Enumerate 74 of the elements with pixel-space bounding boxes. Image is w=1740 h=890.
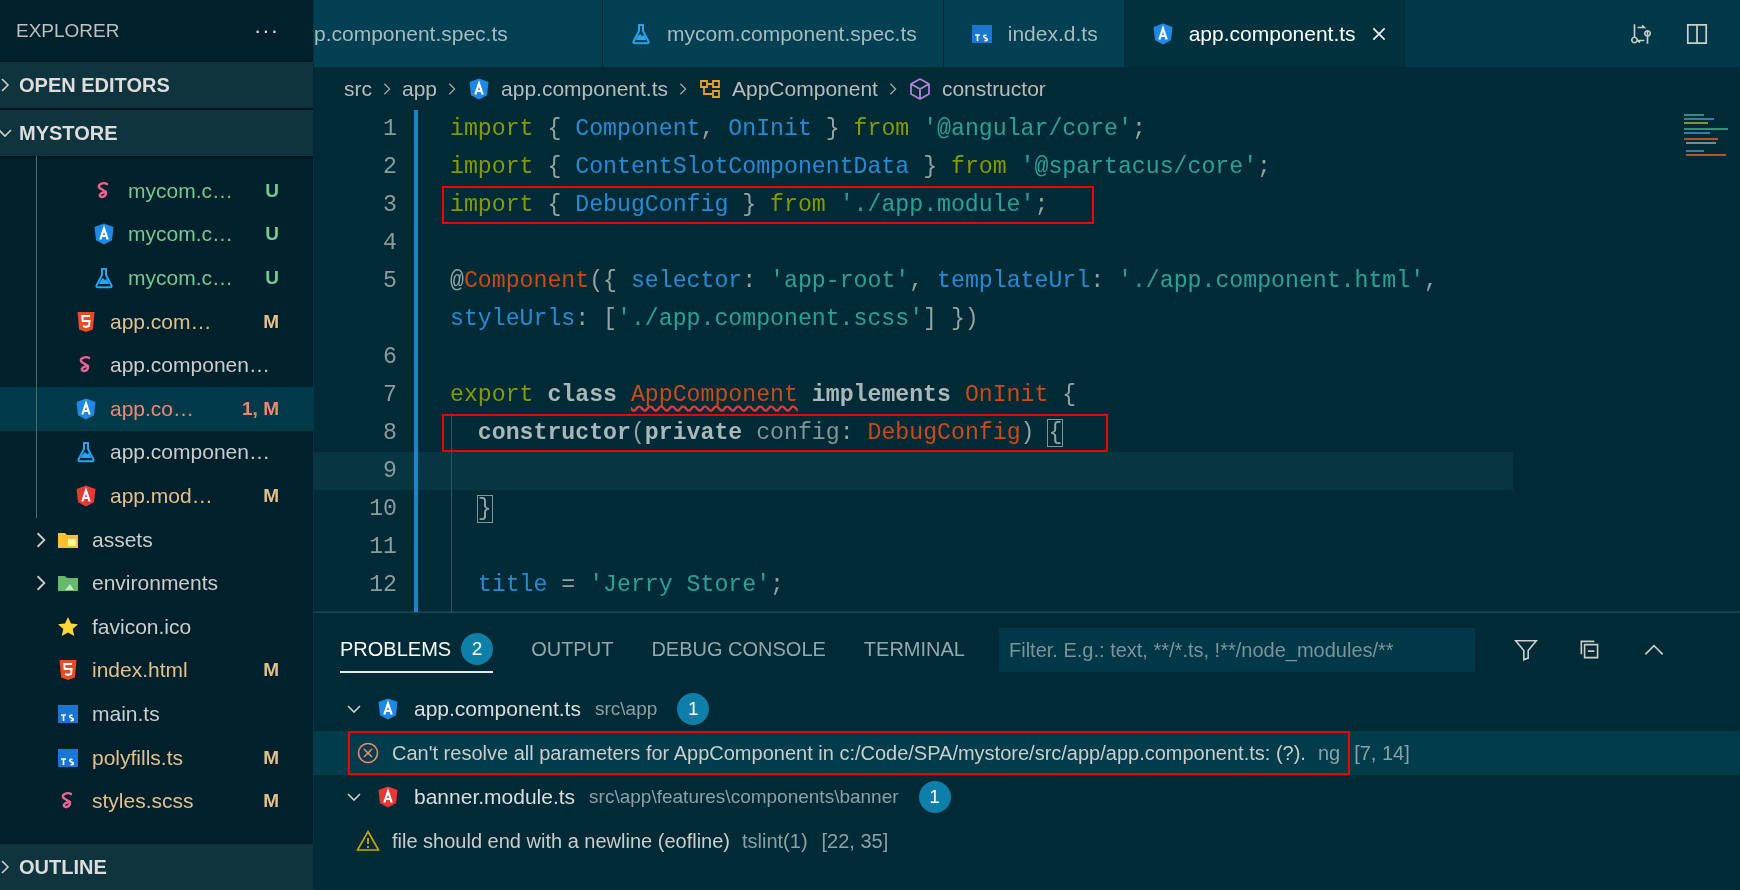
more-actions-button[interactable]: ···	[254, 18, 279, 44]
shield-icon	[376, 697, 400, 721]
line-number: 1	[382, 116, 397, 142]
file-tree-item[interactable]: app.mod… M	[0, 474, 313, 518]
problem-row[interactable]: Can't resolve all parameters for AppComponent in c:/Code/SPA/mystore/src/app/app.component.ts: (?). ng [7, 14]	[314, 731, 1740, 775]
breadcrumb-item[interactable]: src	[344, 76, 372, 101]
shield-icon	[92, 222, 116, 247]
code-line: import { ContentSlotComponentData } from '@spartacus/core';	[450, 154, 1272, 180]
error-icon	[356, 741, 380, 765]
line-number: 8	[382, 420, 397, 446]
line-number: 4	[382, 230, 397, 256]
file-tree-item[interactable]: app.com… M	[0, 299, 313, 344]
file-tree-item[interactable]: mycom.c… U	[0, 169, 313, 213]
code-line: constructor(private config: DebugConfig) {	[476, 420, 1063, 446]
code-line: styleUrls: ['./app.component.scss'] })	[450, 306, 979, 332]
file-tree-item[interactable]: app.co… 1, M	[0, 386, 313, 431]
breadcrumb-item[interactable]: app	[402, 76, 438, 101]
panel-tab[interactable]: TERMINAL	[863, 627, 965, 673]
count-badge: 2	[461, 633, 494, 665]
panel-tab[interactable]: PROBLEMS 2	[340, 627, 494, 673]
file-tree-item[interactable]: environments	[0, 561, 313, 605]
file-tree-item[interactable]: styles.scss M	[0, 779, 313, 823]
line-number: 6	[382, 344, 397, 370]
explorer-title: EXPLORER	[16, 20, 120, 42]
editor-tab[interactable]: app.component.ts	[1124, 0, 1405, 67]
file-tree-item[interactable]: app.componen…	[0, 430, 313, 475]
flask-icon	[629, 21, 653, 46]
line-number: 5	[382, 268, 397, 294]
section-header[interactable]: OPEN EDITORS	[0, 62, 313, 108]
line-number: 10	[368, 496, 397, 522]
code-line: title = 'Jerry Store';	[476, 572, 784, 598]
file-tree-item[interactable]: index.html M	[0, 648, 313, 693]
breadcrumb-item[interactable]: constructor	[907, 76, 1046, 101]
file-tree-item[interactable]: app.componen…	[0, 343, 313, 387]
filter-field[interactable]: Filter. E.g.: text, **/*.ts, !**/node_modules/**	[999, 628, 1475, 672]
section-header[interactable]: OUTLINE	[0, 844, 313, 890]
count-badge: 1	[918, 781, 951, 813]
editor-tab[interactable]: mycom.component.spec.ts	[603, 0, 944, 67]
file-tree-item[interactable]: mycom.c… U	[0, 212, 313, 257]
warning-icon	[356, 829, 380, 853]
file-tree-item[interactable]: assets	[0, 517, 313, 562]
editor-tab[interactable]: index.d.ts	[943, 0, 1125, 67]
line-number: 11	[368, 534, 397, 560]
flask-icon	[92, 266, 116, 290]
code-line: import { Component, OnInit } from '@angular/core';	[450, 116, 1146, 142]
shield-icon	[74, 396, 98, 421]
filter-icon[interactable]	[1513, 637, 1539, 663]
line-number: 2	[382, 154, 397, 180]
code-line: }	[476, 496, 492, 522]
shield-icon	[376, 785, 400, 809]
line-number: 12	[368, 572, 397, 598]
line-number: 9	[382, 458, 397, 484]
flask-icon	[74, 440, 98, 465]
file-tree-item[interactable]: mycom.c… U	[0, 256, 313, 300]
editor-tab[interactable]: p.component.spec.ts	[314, 0, 603, 67]
code-line: import { DebugConfig } from './app.module';	[450, 192, 1049, 218]
file-tree-item[interactable]: favicon.ico	[0, 604, 313, 649]
code-line: @Component({ selector: 'app-root', templateUrl: './app.component.html',	[450, 268, 1439, 294]
line-number: 7	[382, 382, 397, 408]
problem-file-row[interactable]: banner.module.ts src\app\features\components\banner 1	[314, 775, 1740, 819]
cube-icon	[907, 76, 932, 101]
count-badge: 1	[677, 693, 710, 725]
panel-tab[interactable]: DEBUG CONSOLE	[651, 627, 826, 673]
panel-tab[interactable]: OUTPUT	[531, 627, 614, 673]
breadcrumb-item[interactable]: app.component.ts	[467, 76, 668, 101]
problem-row[interactable]: file should end with a newline (eofline) tslint(1) [22, 35]	[314, 819, 1740, 863]
problem-file-row[interactable]: app.component.ts src\app 1	[314, 687, 1740, 731]
code-line: export class AppComponent implements OnInit {	[450, 382, 1077, 408]
file-tree-item[interactable]: main.ts	[0, 692, 313, 736]
breadcrumb-item[interactable]: AppComponent	[698, 76, 878, 101]
section-header[interactable]: MYSTORE	[0, 110, 313, 156]
line-number: 3	[382, 192, 397, 218]
file-tree-item[interactable]: polyfills.ts M	[0, 735, 313, 780]
shield-icon	[74, 483, 98, 508]
